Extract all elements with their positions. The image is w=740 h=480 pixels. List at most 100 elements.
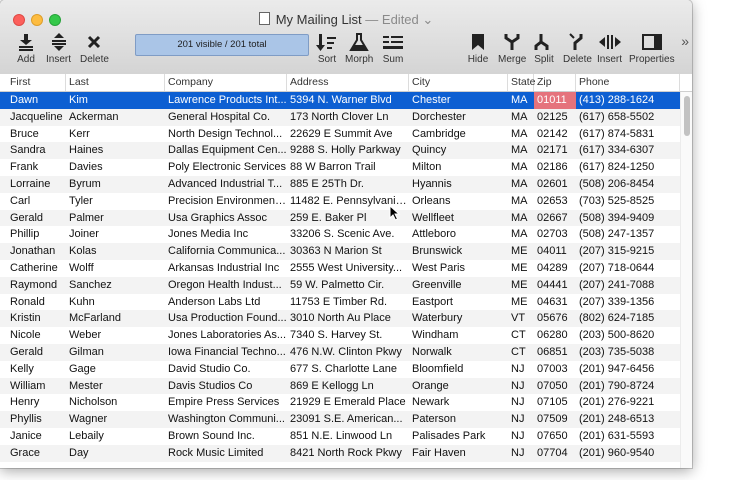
cell-state[interactable]: NJ: [508, 411, 534, 428]
cell-phone[interactable]: (207) 315-9215: [576, 243, 680, 260]
cell-zip[interactable]: 02601: [534, 176, 576, 193]
cell-phone[interactable]: (201) 631-5593: [576, 428, 680, 445]
cell-company[interactable]: Jones Laboratories As...: [165, 327, 287, 344]
cell-first[interactable]: Lorraine: [7, 176, 66, 193]
cell-state[interactable]: ME: [508, 277, 534, 294]
cell-first[interactable]: Raymond: [7, 277, 66, 294]
cell-state[interactable]: NJ: [508, 428, 534, 445]
cell-last[interactable]: Weber: [66, 327, 165, 344]
cell-phone[interactable]: (617) 874-5831: [576, 126, 680, 143]
cell-zip[interactable]: 02667: [534, 210, 576, 227]
cell-state[interactable]: NJ: [508, 445, 534, 462]
cell-city[interactable]: Hyannis: [409, 176, 508, 193]
cell-last[interactable]: Palmer: [66, 210, 165, 227]
table-row[interactable]: Janice Lebaily Brown Sound Inc. 851 N.E. Li…: [0, 428, 680, 445]
table-row[interactable]: Catherine Wolff Arkansas Industrial Inc 255…: [0, 260, 680, 277]
cell-company[interactable]: Iowa Financial Techno...: [165, 344, 287, 361]
column-header-phone[interactable]: Phone: [576, 74, 680, 91]
cell-address[interactable]: 677 S. Charlotte Lane: [287, 361, 409, 378]
cell-city[interactable]: Orange: [409, 378, 508, 395]
table-row[interactable]: Raymond Sanchez Oregon Health Indust... 59 …: [0, 276, 680, 294]
cell-first[interactable]: Ronald: [7, 294, 66, 311]
cell-zip[interactable]: 05676: [534, 310, 576, 327]
cell-zip[interactable]: 07105: [534, 394, 576, 411]
cell-company[interactable]: Davis Studios Co: [165, 378, 287, 395]
cell-company[interactable]: Advanced Industrial T...: [165, 176, 287, 193]
cell-last[interactable]: McFarland: [66, 310, 165, 327]
cell-phone[interactable]: (508) 394-9409: [576, 210, 680, 227]
table-row[interactable]: Gerald Gilman Iowa Financial Techno... 476 …: [0, 344, 680, 361]
cell-address[interactable]: 885 E 25Th Dr.: [287, 176, 409, 193]
cell-city[interactable]: West Paris: [409, 260, 508, 277]
cell-first[interactable]: Catherine: [7, 260, 66, 277]
cell-first[interactable]: Jacqueline: [7, 109, 66, 126]
cell-address[interactable]: 21929 E Emerald Place: [287, 394, 409, 411]
cell-address[interactable]: 88 W Barron Trail: [287, 159, 409, 176]
table-row[interactable]: Sandra Haines Dallas Equipment Cen... 9288 …: [0, 142, 680, 160]
table-row[interactable]: William Mester Davis Studios Co 869 E Kello…: [0, 377, 680, 395]
cell-first[interactable]: Kristin: [7, 310, 66, 327]
cell-first[interactable]: Bruce: [7, 126, 66, 143]
cell-zip[interactable]: 02653: [534, 193, 576, 210]
table-row[interactable]: Grace Day Rock Music Limited 8421 North Roc…: [0, 444, 680, 462]
cell-address[interactable]: 23091 S.E. American...: [287, 411, 409, 428]
table-row[interactable]: Kristin McFarland Usa Production Found... 3…: [0, 310, 680, 328]
cell-last[interactable]: Tyler: [66, 193, 165, 210]
cell-address[interactable]: 22629 E Summit Ave: [287, 126, 409, 143]
table-row[interactable]: Jacqueline Ackerman General Hospital Co. 17…: [0, 108, 680, 126]
cell-last[interactable]: Haines: [66, 142, 165, 159]
cell-company[interactable]: David Studio Co.: [165, 361, 287, 378]
cell-city[interactable]: Newark: [409, 394, 508, 411]
cell-zip[interactable]: 07003: [534, 361, 576, 378]
cell-zip[interactable]: 06851: [534, 344, 576, 361]
cell-state[interactable]: CT: [508, 327, 534, 344]
cell-phone[interactable]: (203) 735-5038: [576, 344, 680, 361]
cell-city[interactable]: Brunswick: [409, 243, 508, 260]
cell-phone[interactable]: (201) 960-9540: [576, 445, 680, 462]
cell-state[interactable]: MA: [508, 126, 534, 143]
cell-last[interactable]: Wagner: [66, 411, 165, 428]
cell-last[interactable]: Kim: [66, 92, 165, 109]
cell-city[interactable]: Waterbury: [409, 310, 508, 327]
cell-phone[interactable]: (703) 525-8525: [576, 193, 680, 210]
hide-column-button[interactable]: Hide: [467, 33, 489, 65]
cell-state[interactable]: MA: [508, 210, 534, 227]
table-row[interactable]: Henry Nicholson Empire Press Services 21929…: [0, 394, 680, 411]
cell-last[interactable]: Nicholson: [66, 394, 165, 411]
cell-zip[interactable]: 02142: [534, 126, 576, 143]
cell-last[interactable]: Wolff: [66, 260, 165, 277]
table-row[interactable]: Phyllis Wagner Washington Communi... 23091 …: [0, 411, 680, 428]
edited-status[interactable]: — Edited ⌄: [365, 12, 433, 27]
cell-address[interactable]: 11753 E Timber Rd.: [287, 294, 409, 311]
cell-last[interactable]: Day: [66, 445, 165, 462]
cell-zip[interactable]: 02186: [534, 159, 576, 176]
cell-first[interactable]: Phyllis: [7, 411, 66, 428]
cell-first[interactable]: Janice: [7, 428, 66, 445]
cell-address[interactable]: 7340 S. Harvey St.: [287, 327, 409, 344]
cell-company[interactable]: Washington Communi...: [165, 411, 287, 428]
cell-phone[interactable]: (617) 824-1250: [576, 159, 680, 176]
cell-zip[interactable]: 06280: [534, 327, 576, 344]
cell-address[interactable]: 476 N.W. Clinton Pkwy: [287, 344, 409, 361]
cell-phone[interactable]: (617) 658-5502: [576, 109, 680, 126]
table-row[interactable]: Nicole Weber Jones Laboratories As... 7340 …: [0, 327, 680, 344]
column-header-first[interactable]: First: [7, 74, 66, 91]
cell-phone[interactable]: (413) 288-1624: [576, 92, 680, 109]
table-row[interactable]: Lorraine Byrum Advanced Industrial T... 885…: [0, 176, 680, 193]
cell-city[interactable]: Palisades Park: [409, 428, 508, 445]
cell-address[interactable]: 2555 West University...: [287, 260, 409, 277]
cell-company[interactable]: Oregon Health Indust...: [165, 277, 287, 294]
cell-state[interactable]: NJ: [508, 378, 534, 395]
table-row[interactable]: Dawn Kim Lawrence Products Int... 5394 N. W…: [0, 92, 680, 109]
cell-company[interactable]: Usa Graphics Assoc: [165, 210, 287, 227]
cell-address[interactable]: 3010 North Au Place: [287, 310, 409, 327]
cell-city[interactable]: Chester: [409, 92, 508, 109]
cell-city[interactable]: Wellfleet: [409, 210, 508, 227]
cell-address[interactable]: 851 N.E. Linwood Ln: [287, 428, 409, 445]
split-column-button[interactable]: Split: [533, 33, 555, 65]
cell-state[interactable]: ME: [508, 243, 534, 260]
cell-first[interactable]: Sandra: [7, 142, 66, 159]
cell-address[interactable]: 5394 N. Warner Blvd: [287, 92, 409, 109]
cell-first[interactable]: Nicole: [7, 327, 66, 344]
cell-company[interactable]: Jones Media Inc: [165, 226, 287, 243]
